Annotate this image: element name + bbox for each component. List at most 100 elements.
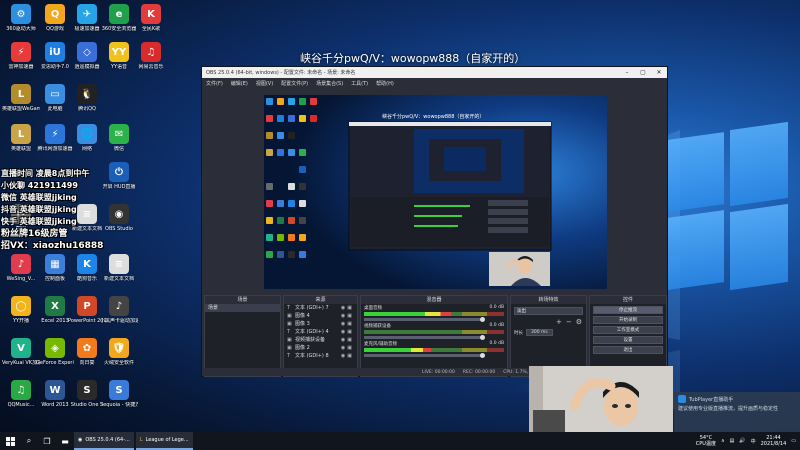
ime-indicator[interactable]: 中 — [751, 438, 756, 445]
desktop-icon[interactable]: ✉ 微信 — [100, 124, 138, 152]
source-item[interactable]: ▣ 视频捕获设备 ◉▣ — [284, 336, 357, 344]
preview-desktop-icon — [299, 98, 306, 105]
obs-window[interactable]: OBS 25.0.4 (64-bit, windows) - 配置文件: 未命名… — [201, 66, 668, 377]
chevron-up-icon[interactable]: ∧ — [721, 438, 725, 444]
app-icon: 🌐 — [77, 124, 97, 144]
overlay-line: 微信 英雄联盟jjking — [1, 193, 77, 202]
menu-item[interactable]: 场景集合(S) — [316, 80, 343, 87]
visibility-lock-icons[interactable]: ◉▣ — [341, 328, 354, 336]
source-item[interactable]: T 文本 (GDI+) 8 ◉▣ — [284, 352, 357, 360]
desktop-icon[interactable]: K 全民K歌 — [132, 4, 170, 32]
volume-slider[interactable] — [364, 317, 486, 322]
app-icon: ▦ — [45, 254, 65, 274]
desktop-icon[interactable]: ♪ 小黑声卡驱动加速 — [100, 296, 138, 324]
volume-slider-knob[interactable] — [480, 317, 486, 322]
volume-slider[interactable] — [364, 335, 486, 340]
visibility-lock-icons[interactable]: ◉▣ — [341, 304, 354, 312]
desktop-icon[interactable]: ≡ 新建文本文档 — [100, 254, 138, 282]
overlay-line: 粉丝牌16级房管 — [1, 229, 68, 239]
clock[interactable]: 21:44 2021/8/14 — [761, 435, 787, 447]
stream-overlay-text: 直播时间 凌晨8点到中午 小伙聊 421911499 微信 英雄联盟jjking 抖音… — [1, 168, 117, 252]
obs-titlebar[interactable]: OBS 25.0.4 (64-bit, windows) - 配置文件: 未命名… — [202, 67, 667, 78]
maximize-icon[interactable]: ▢ — [635, 69, 651, 76]
system-tray: 54°C CPU温度 ∧ ▤ 🔊 中 21:44 2021/8/14 ▭ — [696, 435, 800, 447]
scenes-dock: 场景 场景 + − ∧ ∨ — [204, 295, 281, 377]
app-icon: V — [11, 338, 31, 358]
taskbar: ⌕ ❐ ▬ ◉ OBS 25.0.4 (64-... L League of L… — [0, 432, 800, 450]
desktop-icon[interactable]: ⚡ 雷神加速器 — [2, 42, 40, 70]
desktop-icon[interactable]: ♫ QQMusic... — [2, 380, 40, 408]
visibility-lock-icons[interactable]: ◉▣ — [341, 352, 354, 360]
menu-item[interactable]: 编辑(E) — [231, 80, 248, 87]
search-icon[interactable]: ⌕ — [20, 432, 38, 450]
cpu-temp-label: CPU温度 — [695, 441, 716, 447]
network-icon[interactable]: ▤ — [730, 438, 735, 444]
obs-window-title: OBS 25.0.4 (64-bit, windows) - 配置文件: 未命名… — [206, 70, 356, 76]
taskbar-obs-label: OBS 25.0.4 (64-... — [85, 437, 130, 443]
minimize-icon[interactable]: – — [619, 69, 635, 76]
desktop-icon[interactable]: V VeryKuai VK加速器 — [2, 338, 40, 366]
desktop-icon-label: 腾讯QQ — [78, 106, 96, 112]
desktop-icon[interactable]: ♪ WeSing_V... — [2, 254, 40, 282]
desktop-icon[interactable]: L 英雄联盟WeGame版 — [2, 84, 40, 112]
add-icon[interactable]: + — [556, 318, 562, 326]
source-item[interactable]: T 文本 (GDI+) 4 ◉▣ — [284, 328, 357, 336]
volume-icon[interactable]: 🔊 — [739, 438, 745, 444]
control-button[interactable]: 停止推流 — [593, 306, 663, 314]
visibility-lock-icons[interactable]: ◉▣ — [341, 336, 354, 344]
menu-item[interactable]: 配置文件(P) — [281, 80, 308, 87]
preview-desktop-icon — [266, 183, 273, 190]
obs-preview[interactable]: 峡谷千分pwQ/V：wowopw888（自家开的） — [264, 95, 607, 289]
desktop-icon[interactable]: ◯ YY开播 — [2, 296, 40, 324]
task-view-icon[interactable]: ❐ — [38, 432, 56, 450]
cpu-temp[interactable]: 54°C CPU温度 — [696, 435, 716, 447]
notification-toast[interactable]: TubPlayer直播助手 建议使用专业版直播推流，提升画质与稳定性 — [674, 392, 800, 432]
desktop-icon[interactable]: ⚙ 360驱动大师 — [2, 4, 40, 32]
visibility-lock-icons[interactable]: ◉▣ — [341, 344, 354, 352]
mixer-channel-name: 麦克风/辅助音频 — [364, 342, 398, 347]
remove-icon[interactable]: − — [566, 318, 572, 326]
transition-select[interactable]: 淡出 — [514, 307, 584, 315]
menu-item[interactable]: 文件(F) — [206, 80, 223, 87]
file-explorer-icon[interactable]: ▬ — [56, 432, 74, 450]
volume-slider[interactable] — [364, 353, 486, 358]
taskbar-item-league[interactable]: L League of Lege... — [135, 432, 193, 450]
taskbar-item-obs[interactable]: ◉ OBS 25.0.4 (64-... — [74, 432, 134, 450]
control-button[interactable]: 开始录制 — [593, 316, 663, 324]
notification-center-icon[interactable]: ▭ — [791, 438, 796, 444]
volume-slider-knob[interactable] — [480, 353, 486, 358]
menu-item[interactable]: 帮助(H) — [376, 80, 394, 87]
duration-input[interactable]: 300 ms — [526, 329, 553, 336]
visibility-lock-icons[interactable]: ◉▣ — [341, 312, 354, 320]
volume-slider-knob[interactable] — [480, 335, 486, 340]
start-button[interactable] — [0, 432, 20, 450]
preview-desktop-icon — [277, 132, 284, 139]
source-item[interactable]: ▣ 图像 2 ◉▣ — [284, 344, 357, 352]
overlay-line: 抖音 英雄联盟jjking — [1, 205, 77, 214]
obs-icon: ◉ — [78, 437, 83, 443]
visibility-lock-icons[interactable]: ◉▣ — [341, 320, 354, 328]
source-item[interactable]: T 文本 (GDI+) 7 ◉▣ — [284, 304, 357, 312]
gear-icon[interactable]: ⚙ — [576, 318, 582, 326]
desktop-icon[interactable]: S Sequoia - 快捷方式 — [100, 380, 138, 408]
controls-header: 控件 — [590, 296, 666, 304]
control-button[interactable]: 设置 — [593, 336, 663, 344]
desktop-icon[interactable]: L 英雄联盟 — [2, 124, 40, 152]
menu-item[interactable]: 工具(T) — [351, 80, 368, 87]
source-item[interactable]: ▣ 图像 4 ◉▣ — [284, 312, 357, 320]
control-button[interactable]: 退出 — [593, 346, 663, 354]
menu-item[interactable]: 视图(V) — [256, 80, 273, 87]
app-icon: ⚡ — [45, 124, 65, 144]
app-icon: iU — [45, 42, 65, 62]
scene-item[interactable]: 场景 — [205, 304, 280, 312]
app-icon: ▭ — [45, 84, 65, 104]
source-item[interactable]: ▣ 图像 3 ◉▣ — [284, 320, 357, 328]
source-type-icon: T — [286, 329, 291, 335]
control-button[interactable]: 工作室模式 — [593, 326, 663, 334]
desktop-icon[interactable]: 🐧 腾讯QQ — [68, 84, 106, 112]
desktop-icon[interactable]: 🛡 火绒安全软件 — [100, 338, 138, 366]
close-icon[interactable]: ✕ — [651, 69, 667, 76]
desktop-icon-label: 新建文本文档 — [103, 276, 134, 282]
desktop-icon[interactable]: ♫ 网易云音乐 — [132, 42, 170, 70]
app-icon: S — [109, 380, 129, 400]
